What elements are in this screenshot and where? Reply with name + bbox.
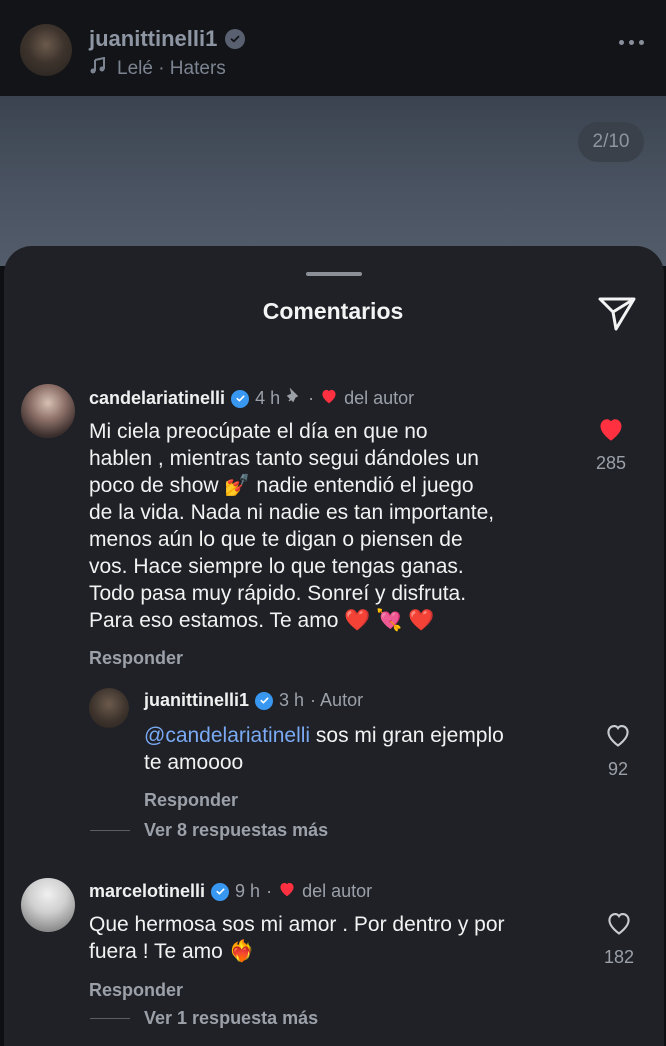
comment-line: menos aún lo que te digan o piensen de [89, 528, 463, 551]
view-replies[interactable]: Ver 8 respuestas más [90, 820, 328, 841]
avatar[interactable] [21, 384, 75, 438]
comment-line: hablen , mientras tanto segui dándoles u… [89, 447, 479, 470]
heart-outline-icon[interactable] [605, 910, 633, 941]
verified-icon [225, 29, 246, 49]
separator-dot: · [308, 388, 315, 408]
view-replies[interactable]: Ver 1 respuesta más [90, 1008, 318, 1029]
comment-meta: marcelotinelli 9 h · del autor [89, 881, 372, 902]
comment-line: sos mi gran ejemplo [315, 724, 504, 747]
like-count: 182 [604, 947, 635, 967]
post-header: juanittinelli1 Lelé · Haters [0, 0, 666, 96]
more-options-icon[interactable] [619, 40, 644, 45]
comment-like: 182 [604, 910, 634, 968]
music-note-icon [89, 56, 107, 81]
header-username[interactable]: juanittinelli1 [89, 26, 217, 52]
heart-outline-icon[interactable] [604, 722, 632, 753]
song-label: Lelé · Haters [117, 58, 226, 79]
comment-username[interactable]: juanittinelli1 [144, 690, 249, 711]
comment-line: poco de show 💅 nadie entendió el juego [89, 474, 474, 497]
post-image [0, 96, 666, 266]
comment-meta: juanittinelli1 3 h · Autor [144, 690, 363, 711]
comment-text: @candelariatinelli sos mi gran ejemplo t… [144, 722, 574, 776]
comment-meta: candelariatinelli 4 h · del autor [89, 387, 415, 409]
author-badge: del autor [302, 881, 373, 901]
pin-icon [286, 387, 302, 409]
drag-handle[interactable] [306, 272, 362, 276]
photo-counter: 2/10 [578, 122, 644, 162]
comments-title: Comentarios [262, 298, 404, 324]
comment-username[interactable]: marcelotinelli [89, 881, 205, 902]
comment-username[interactable]: candelariatinelli [89, 388, 225, 409]
verified-icon [231, 389, 250, 408]
view-more-replies[interactable]: Ver 8 respuestas más [144, 820, 328, 841]
heart-filled-icon[interactable] [597, 416, 625, 447]
reply-button[interactable]: Responder [89, 980, 183, 1001]
comment-line: de la vida. Nada ni nadie es tan importa… [89, 501, 495, 524]
author-badge: del autor [344, 388, 415, 408]
author-badge: · Autor [310, 690, 364, 710]
share-icon[interactable] [597, 294, 637, 332]
comment-line: Todo pasa muy rápido. Sonreí y disfruta. [89, 582, 467, 605]
comment-time: 9 h [235, 881, 261, 901]
separator-dot: · [266, 881, 273, 901]
comment-line: vos. Hace siempre lo que tengas ganas. [89, 555, 464, 578]
divider [90, 830, 130, 831]
reply-button[interactable]: Responder [144, 790, 238, 811]
avatar[interactable] [21, 878, 75, 932]
avatar[interactable] [89, 688, 129, 728]
heart-author-icon [320, 388, 338, 409]
divider [90, 1018, 130, 1019]
like-count: 285 [596, 453, 627, 473]
view-more-replies[interactable]: Ver 1 respuesta más [144, 1008, 318, 1029]
like-count: 92 [607, 759, 629, 779]
comment-text: Que hermosa sos mi amor . Por dentro y p… [89, 911, 589, 965]
comment-text: Mi ciela preocúpate el día en que no hab… [89, 418, 569, 634]
song-info[interactable]: Lelé · Haters [89, 56, 226, 81]
comment-time: 4 h [255, 388, 281, 408]
comment-time: 3 h [279, 690, 305, 710]
reply-button[interactable]: Responder [89, 648, 183, 669]
header-user[interactable]: juanittinelli1 [89, 26, 246, 52]
comment-line: Mi ciela preocúpate el día en que no [89, 420, 428, 443]
comment-line: Para eso estamos. Te amo ❤️ 💘 ❤️ [89, 609, 435, 632]
verified-icon [211, 882, 230, 901]
comment-line: Que hermosa sos mi amor . Por dentro y p… [89, 913, 505, 936]
comment-like: 92 [604, 722, 632, 780]
comment-line: fuera ! Te amo ❤️‍🔥 [89, 940, 255, 963]
comment-line: te amoooo [144, 751, 244, 774]
mention-link[interactable]: @candelariatinelli [144, 724, 310, 747]
heart-author-icon [278, 881, 296, 902]
avatar[interactable] [20, 24, 72, 76]
comment-like: 285 [596, 416, 626, 474]
verified-icon [255, 691, 274, 710]
